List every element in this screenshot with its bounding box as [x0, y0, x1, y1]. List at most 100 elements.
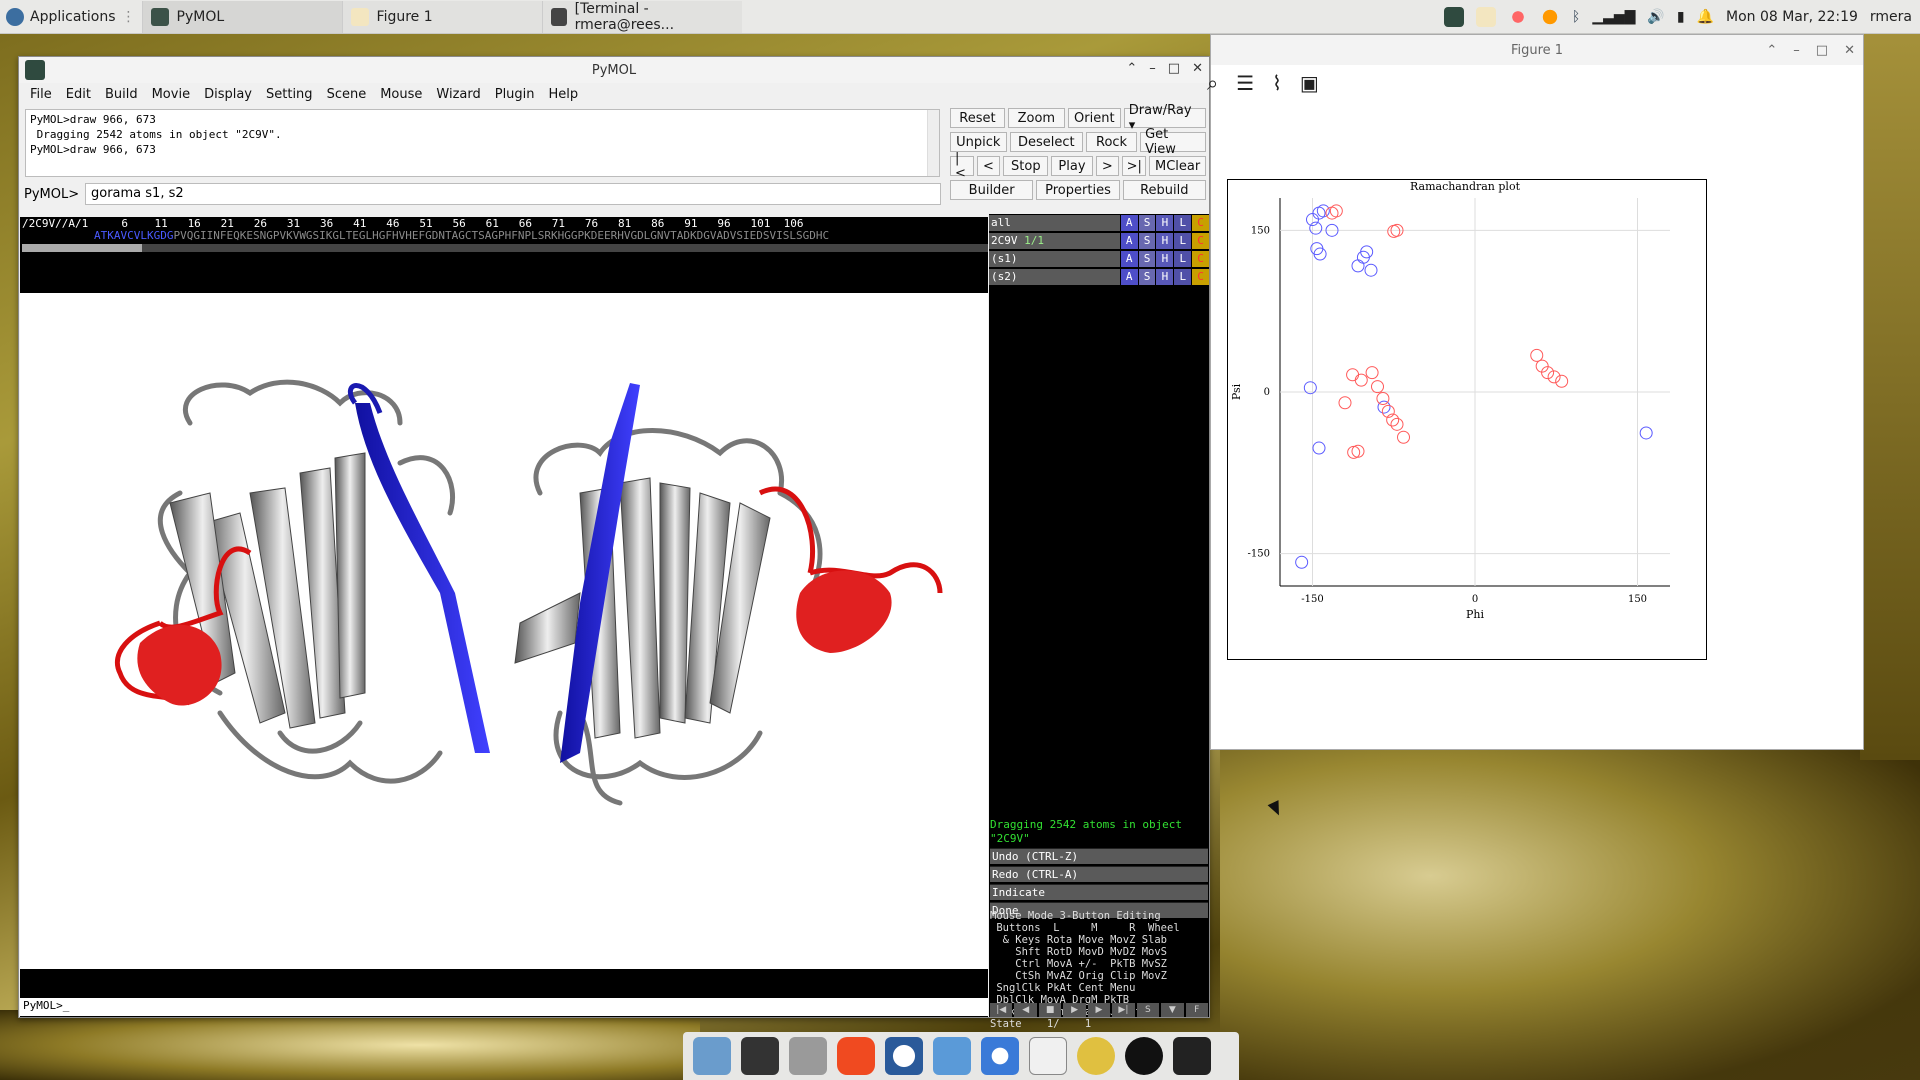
button-get-view[interactable]: Get View: [1140, 127, 1207, 157]
matplotlib-tray-icon[interactable]: [1475, 7, 1496, 27]
menu-scene[interactable]: Scene: [320, 87, 374, 102]
object-row[interactable]: (s1) ASHLC: [989, 250, 1210, 268]
object-l-button[interactable]: L: [1174, 251, 1192, 267]
file-cabinet-icon[interactable]: [789, 1037, 827, 1075]
folder-icon[interactable]: [933, 1037, 971, 1075]
user-label[interactable]: rmera: [1870, 9, 1912, 25]
object-l-button[interactable]: L: [1174, 215, 1192, 231]
end-icon[interactable]: ▶|: [1112, 1003, 1135, 1017]
notification-icon[interactable]: 🔔: [1697, 9, 1714, 25]
object-c-button[interactable]: C: [1192, 215, 1210, 231]
object-c-button[interactable]: C: [1192, 233, 1210, 249]
button-deselect[interactable]: Deselect: [1009, 132, 1084, 152]
menu-edit[interactable]: Edit: [59, 87, 98, 102]
speaker-icon[interactable]: [1173, 1037, 1211, 1075]
close-icon[interactable]: ✕: [1844, 43, 1855, 58]
volume-icon[interactable]: 🔊: [1647, 9, 1664, 25]
button--[interactable]: >: [1095, 156, 1120, 176]
object-a-button[interactable]: A: [1120, 269, 1138, 285]
text-editor-icon[interactable]: [1029, 1037, 1067, 1075]
terminal-dock-icon[interactable]: [741, 1037, 779, 1075]
object-h-button[interactable]: H: [1156, 269, 1174, 285]
object-name[interactable]: all: [989, 215, 1120, 231]
button-rock[interactable]: Rock: [1086, 132, 1138, 152]
network-icon[interactable]: ▁▃▅▇: [1592, 9, 1635, 25]
maximize-icon[interactable]: □: [1168, 61, 1180, 76]
minimize-icon[interactable]: –: [1149, 61, 1156, 76]
chart-line-icon[interactable]: ⌇: [1272, 71, 1282, 95]
sequence-residues[interactable]: ATKAVCVLKGDGPVQGIINFEQKESNGPVKVWGSIKGLTE…: [22, 229, 829, 243]
log-scrollbar[interactable]: [927, 110, 939, 176]
keep-above-icon[interactable]: ⌃: [1126, 61, 1137, 76]
button--[interactable]: |<: [950, 151, 974, 181]
task-terminal[interactable]: [Terminal - rmera@rees...: [541, 0, 742, 33]
pymol-titlebar[interactable]: PyMOL ⌃ – □ ✕: [19, 57, 1209, 83]
close-icon[interactable]: ✕: [1192, 61, 1203, 76]
button-reset[interactable]: Reset: [950, 108, 1005, 128]
object-s-button[interactable]: S: [1138, 251, 1156, 267]
play-icon[interactable]: ▶: [1063, 1003, 1086, 1017]
object-s-button[interactable]: S: [1138, 215, 1156, 231]
button-builder[interactable]: Builder: [950, 180, 1034, 200]
scroll-thumb[interactable]: [22, 244, 142, 252]
button-properties[interactable]: Properties: [1036, 180, 1120, 200]
menu-wizard[interactable]: Wizard: [429, 87, 487, 102]
dropdown-icon[interactable]: ▼: [1161, 1003, 1184, 1017]
search-dock-icon[interactable]: [885, 1037, 923, 1075]
menu-file[interactable]: File: [23, 87, 59, 102]
forward-icon[interactable]: ▶: [1087, 1003, 1111, 1017]
back-icon[interactable]: ◀: [1014, 1003, 1037, 1017]
stop-icon[interactable]: ■: [1038, 1003, 1062, 1017]
button--[interactable]: >|: [1122, 156, 1147, 176]
bluetooth-icon[interactable]: ᛒ: [1572, 9, 1580, 25]
minimize-icon[interactable]: –: [1793, 43, 1800, 58]
button-draw-ray[interactable]: Draw/Ray ▾: [1123, 103, 1207, 133]
pymol-tray-icon[interactable]: [1443, 7, 1464, 27]
button-stop[interactable]: Stop: [1003, 156, 1049, 176]
desktop-icon[interactable]: [693, 1037, 731, 1075]
wizard-indicate-button[interactable]: Indicate: [990, 884, 1208, 900]
object-h-button[interactable]: H: [1156, 233, 1174, 249]
bottom-command-input[interactable]: PyMOL>_: [20, 998, 988, 1016]
chromium-icon[interactable]: [981, 1037, 1019, 1075]
python-icon[interactable]: [1077, 1037, 1115, 1075]
button-play[interactable]: Play: [1051, 156, 1093, 176]
object-l-button[interactable]: L: [1174, 233, 1192, 249]
task-pymol[interactable]: PyMOL: [141, 0, 342, 33]
keep-above-icon[interactable]: ⌃: [1766, 43, 1777, 58]
task-figure[interactable]: Figure 1: [341, 0, 542, 33]
object-s-button[interactable]: S: [1138, 233, 1156, 249]
object-h-button[interactable]: H: [1156, 251, 1174, 267]
clock[interactable]: Mon 08 Mar, 22:19: [1726, 9, 1858, 25]
object-name[interactable]: (s2): [989, 269, 1120, 285]
update-icon[interactable]: [1539, 7, 1560, 27]
scene-icon[interactable]: S: [1136, 1003, 1160, 1017]
button-mclear[interactable]: MClear: [1149, 156, 1206, 176]
button-unpick[interactable]: Unpick: [950, 132, 1007, 152]
menu-setting[interactable]: Setting: [259, 87, 320, 102]
object-l-button[interactable]: L: [1174, 269, 1192, 285]
menu-movie[interactable]: Movie: [145, 87, 197, 102]
molecule-viewport[interactable]: [20, 293, 988, 969]
object-a-button[interactable]: A: [1120, 233, 1138, 249]
object-name[interactable]: (s1): [989, 251, 1120, 267]
button-rebuild[interactable]: Rebuild: [1122, 180, 1206, 200]
button--[interactable]: <: [976, 156, 1001, 176]
object-a-button[interactable]: A: [1120, 215, 1138, 231]
object-row[interactable]: (s2) ASHLC: [989, 268, 1210, 286]
object-c-button[interactable]: C: [1192, 269, 1210, 285]
button-zoom[interactable]: Zoom: [1007, 108, 1065, 128]
sliders-icon[interactable]: ☰: [1236, 71, 1254, 95]
object-h-button[interactable]: H: [1156, 215, 1174, 231]
menu-plugin[interactable]: Plugin: [488, 87, 542, 102]
wizard-redo-button[interactable]: Redo (CTRL-A): [990, 866, 1208, 882]
menu-mouse[interactable]: Mouse: [373, 87, 429, 102]
object-row[interactable]: all ASHLC: [989, 214, 1210, 232]
anaconda-icon[interactable]: [1125, 1037, 1163, 1075]
command-input[interactable]: gorama s1, s2: [85, 183, 941, 205]
fullscreen-icon[interactable]: F: [1185, 1003, 1208, 1017]
battery-icon[interactable]: ▮: [1677, 9, 1685, 25]
object-c-button[interactable]: C: [1192, 251, 1210, 267]
maximize-icon[interactable]: □: [1816, 43, 1828, 58]
wizard-undo-button[interactable]: Undo (CTRL-Z): [990, 848, 1208, 864]
